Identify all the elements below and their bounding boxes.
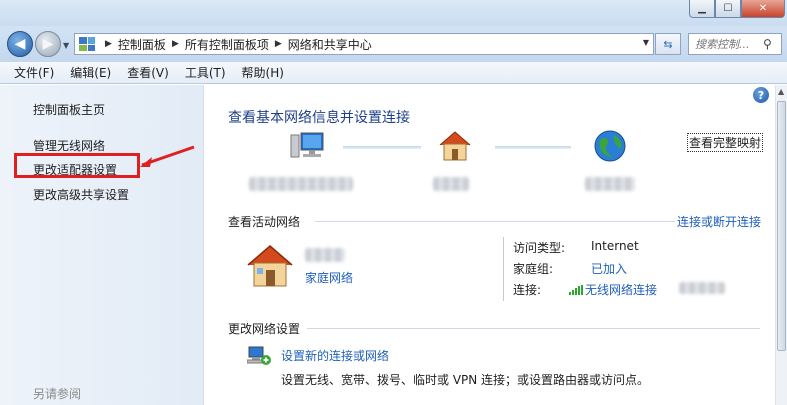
close-button[interactable]: ✕ (741, 0, 785, 18)
navigation-bar: ◀ ▶ ▼ ▶ 控制面板 ▶ 所有控制面板项 ▶ 网络和共享中心 ▼ ⇆ ⚲ (0, 26, 787, 62)
computer-icon[interactable] (289, 131, 325, 168)
wifi-connection-link[interactable]: 无线网络连接 (569, 281, 657, 298)
setup-connection-description: 设置无线、宽带、拨号、临时或 VPN 连接；或设置路由器或访问点。 (281, 373, 650, 387)
access-type-label: 访问类型: (513, 241, 566, 255)
breadcrumb-network-center[interactable]: 网络和共享中心 (288, 36, 372, 53)
see-also-heading: 另请参阅 (33, 387, 82, 401)
connections-row: 连接: 无线网络连接 (513, 281, 725, 298)
home-network-large-icon[interactable] (245, 243, 295, 292)
divider (503, 237, 504, 301)
menu-help[interactable]: 帮助(H) (234, 64, 292, 81)
scrollbar-thumb[interactable] (777, 101, 786, 351)
sidebar-item-manage-wireless[interactable]: 管理无线网络 (33, 137, 105, 154)
window-controls: ▁ ☐ ✕ (689, 0, 785, 18)
address-dropdown-icon[interactable]: ▼ (643, 38, 649, 47)
annotation-highlight-box (14, 153, 140, 178)
network-type-link[interactable]: 家庭网络 (305, 269, 353, 286)
redacted-wifi-name (305, 248, 345, 262)
page-title: 查看基本网络信息并设置连接 (228, 110, 410, 126)
chevron-right-icon[interactable]: ▶ (105, 39, 112, 49)
control-panel-icon (79, 37, 95, 51)
new-connection-icon[interactable] (246, 345, 271, 370)
divider (315, 221, 675, 222)
refresh-button[interactable]: ⇆ (655, 33, 681, 55)
minimize-button[interactable]: ▁ (689, 0, 715, 18)
menu-tools[interactable]: 工具(T) (177, 64, 234, 81)
redacted-computer-name (249, 177, 353, 191)
breadcrumb: ▶ 控制面板 ▶ 所有控制面板项 ▶ 网络和共享中心 (99, 36, 372, 53)
homegroup-row: 家庭组: 已加入 (513, 260, 627, 277)
help-icon[interactable]: ? (753, 87, 769, 103)
search-icon[interactable]: ⚲ (763, 37, 772, 51)
homegroup-joined-link[interactable]: 已加入 (591, 260, 627, 277)
menu-edit[interactable]: 编辑(E) (62, 64, 119, 81)
divider (307, 328, 760, 329)
wifi-connection-label[interactable]: 无线网络连接 (585, 283, 657, 297)
arrow-left-icon: ◀ (14, 36, 26, 52)
setup-connection-link[interactable]: 设置新的连接或网络 (281, 347, 389, 364)
search-input[interactable] (689, 37, 763, 51)
sidebar-item-control-panel-home[interactable]: 控制面板主页 (33, 101, 105, 118)
left-task-pane: 控制面板主页 管理无线网络 更改适配器设置 更改高级共享设置 另请参阅 (0, 85, 204, 405)
redacted-ssid (679, 282, 725, 294)
arrow-right-icon: ▶ (42, 36, 54, 52)
menu-bar: 文件(F) 编辑(E) 查看(V) 工具(T) 帮助(H) (0, 62, 787, 84)
forward-button[interactable]: ▶ (35, 31, 61, 57)
maximize-button[interactable]: ☐ (715, 0, 741, 18)
breadcrumb-all-items[interactable]: 所有控制面板项 (185, 36, 269, 53)
redacted-network-name (433, 177, 469, 191)
access-type-row: 访问类型: Internet (513, 239, 639, 256)
connection-line (495, 146, 571, 149)
access-type-value: Internet (591, 239, 639, 253)
search-box[interactable]: ⚲ (688, 33, 782, 55)
scroll-up-icon[interactable]: ▲ (778, 87, 784, 96)
annotation-arrow-icon (140, 145, 195, 167)
connections-label: 连接: (513, 283, 542, 297)
main-content: ? 查看基本网络信息并设置连接 查看完整映射 查看活动网络 连接或断开连接 家庭… (205, 85, 775, 405)
address-bar[interactable]: ▶ 控制面板 ▶ 所有控制面板项 ▶ 网络和共享中心 ▼ (74, 33, 654, 55)
vertical-scrollbar[interactable]: ▲ (775, 85, 787, 405)
view-full-map-link[interactable]: 查看完整映射 (687, 133, 764, 152)
refresh-icon: ⇆ (663, 37, 673, 51)
connect-disconnect-link[interactable]: 连接或断开连接 (677, 213, 761, 230)
back-button[interactable]: ◀ (7, 31, 33, 57)
recent-pages-dropdown[interactable]: ▼ (63, 41, 69, 50)
sidebar-item-advanced-sharing[interactable]: 更改高级共享设置 (33, 186, 129, 203)
chevron-right-icon[interactable]: ▶ (172, 39, 179, 49)
internet-globe-icon[interactable] (593, 129, 627, 166)
active-networks-heading: 查看活动网络 (228, 215, 301, 229)
wifi-signal-icon (569, 285, 583, 295)
change-settings-heading: 更改网络设置 (228, 322, 301, 336)
home-network-icon[interactable] (437, 129, 473, 166)
menu-view[interactable]: 查看(V) (119, 64, 177, 81)
title-bar: ▁ ☐ ✕ (0, 0, 787, 26)
connection-line (343, 146, 421, 149)
menu-file[interactable]: 文件(F) (6, 64, 62, 81)
redacted-internet-label (585, 177, 635, 191)
chevron-right-icon[interactable]: ▶ (275, 39, 282, 49)
homegroup-label: 家庭组: (513, 262, 554, 276)
breadcrumb-control-panel[interactable]: 控制面板 (118, 36, 166, 53)
